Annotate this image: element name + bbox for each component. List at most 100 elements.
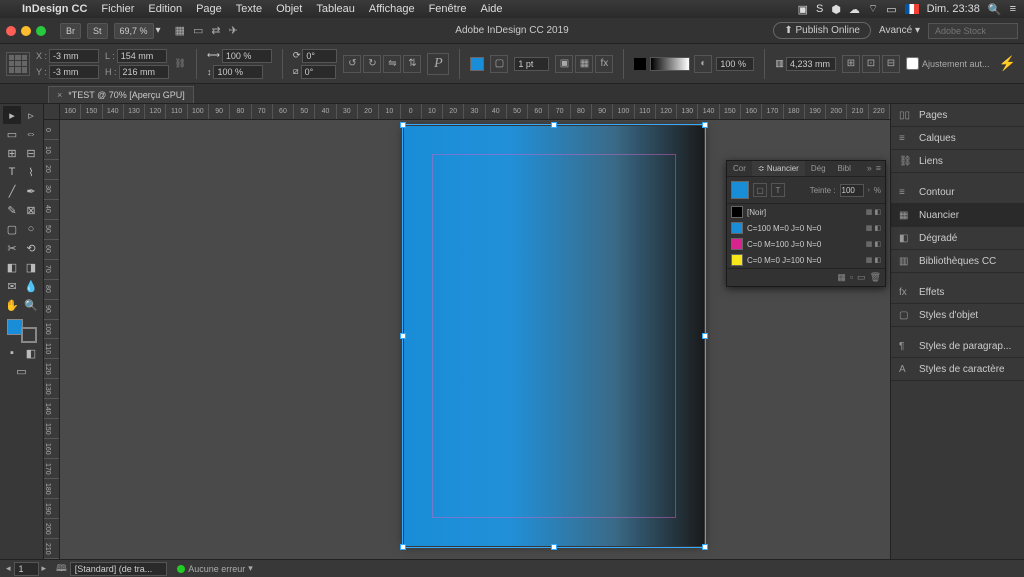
status-icon[interactable]: ⬢: [831, 3, 841, 16]
width-input[interactable]: [117, 49, 167, 63]
swatch-row[interactable]: C=0 M=0 J=100 N=0▦◧: [727, 252, 885, 268]
collapse-icon[interactable]: »: [867, 163, 872, 174]
fx-icon[interactable]: fx: [595, 55, 613, 73]
content-placer-tool[interactable]: ⊟: [22, 144, 40, 162]
direct-selection-tool[interactable]: ▹: [22, 106, 40, 124]
flag-fr-icon[interactable]: [905, 4, 919, 14]
battery-icon[interactable]: ▭: [886, 3, 896, 16]
gradient-feather-tool[interactable]: ◨: [22, 258, 40, 276]
maximize-window-icon[interactable]: [36, 26, 46, 36]
menu-tableau[interactable]: Tableau: [316, 3, 355, 15]
stock-button[interactable]: St: [87, 23, 108, 39]
master-dropdown[interactable]: [Standard] (de tra...: [70, 562, 168, 576]
swatch-view-icon[interactable]: ▦: [837, 272, 846, 283]
fill-swatch[interactable]: [470, 57, 484, 71]
gap-tool[interactable]: ⇔: [22, 125, 40, 143]
text-toggle-icon[interactable]: T: [771, 183, 785, 197]
gpu-icon[interactable]: ✈: [229, 24, 238, 37]
panel-contour[interactable]: ≡Contour: [891, 181, 1024, 204]
current-fill-swatch[interactable]: [731, 181, 749, 199]
ellipse-tool[interactable]: ○: [22, 220, 40, 238]
menu-objet[interactable]: Objet: [276, 3, 302, 15]
screen-mode-icon[interactable]: ▭: [193, 24, 203, 37]
workspace-dropdown[interactable]: Avancé ▾: [879, 25, 920, 36]
scale-y-input[interactable]: [213, 65, 263, 79]
rotate-input[interactable]: [302, 49, 337, 63]
new-swatch-icon[interactable]: ▫: [850, 272, 853, 283]
document-tab[interactable]: × *TEST @ 70% [Aperçu GPU]: [48, 86, 194, 103]
menu-affichage[interactable]: Affichage: [369, 3, 415, 15]
close-tab-icon[interactable]: ×: [57, 90, 62, 100]
ruler-horizontal[interactable]: 1601501401301201101009080706050403020100…: [60, 104, 890, 120]
rotate-cw-icon[interactable]: ↻: [363, 55, 381, 73]
swatch-tab-degrade[interactable]: Dég: [805, 161, 832, 176]
opacity-icon[interactable]: ◐: [694, 55, 712, 73]
pencil-tool[interactable]: ✎: [3, 201, 21, 219]
apply-color-icon[interactable]: ▪: [3, 344, 21, 362]
ruler-vertical[interactable]: 0102030405060708090100110120130140150160…: [44, 120, 60, 559]
stroke-toggle-icon[interactable]: ▢: [753, 183, 767, 197]
preflight-status[interactable]: Aucune erreur: [188, 564, 245, 574]
notification-icon[interactable]: ≡: [1010, 3, 1016, 15]
flip-v-icon[interactable]: ⇅: [403, 55, 421, 73]
apply-gradient-icon[interactable]: ◧: [22, 344, 40, 362]
shear-input[interactable]: [301, 65, 336, 79]
type-path-tool[interactable]: ⌇: [22, 163, 40, 181]
scale-x-input[interactable]: [222, 49, 272, 63]
fit-icon[interactable]: ⊡: [862, 55, 880, 73]
panel-liens[interactable]: ⛓Liens: [891, 150, 1024, 173]
menu-fenetre[interactable]: Fenêtre: [429, 3, 467, 15]
stroke-icon[interactable]: ▢: [490, 55, 508, 73]
note-tool[interactable]: ✉: [3, 277, 21, 295]
hand-tool[interactable]: ✋: [3, 296, 21, 314]
fit-icon[interactable]: ⊞: [842, 55, 860, 73]
rotate-ccw-icon[interactable]: ↺: [343, 55, 361, 73]
status-icon[interactable]: ▣: [798, 3, 808, 16]
fit-icon[interactable]: ⊟: [882, 55, 900, 73]
reference-point-icon[interactable]: [6, 52, 30, 76]
page-tool[interactable]: ▭: [3, 125, 21, 143]
auto-fit-checkbox[interactable]: Ajustement aut...: [906, 57, 990, 70]
panel-effets[interactable]: fxEffets: [891, 281, 1024, 304]
menu-aide[interactable]: Aide: [481, 3, 503, 15]
y-input[interactable]: [49, 65, 99, 79]
paragraph-icon[interactable]: P: [427, 53, 449, 75]
panel-degrade[interactable]: ◧Dégradé: [891, 227, 1024, 250]
clock[interactable]: Dim. 23:38: [927, 3, 980, 15]
tint-input[interactable]: [840, 184, 864, 197]
swatch-tab-bibl[interactable]: Bibl: [832, 161, 857, 176]
swatch-row[interactable]: C=0 M=100 J=0 N=0▦◧: [727, 236, 885, 252]
panel-nuancier[interactable]: ▦Nuancier: [891, 204, 1024, 227]
panel-styles-paragraphe[interactable]: ¶Styles de paragrap...: [891, 335, 1024, 358]
publish-online-button[interactable]: ⬆ Publish Online: [773, 22, 871, 39]
panel-styles-objet[interactable]: ▢Styles d'objet: [891, 304, 1024, 327]
close-window-icon[interactable]: [6, 26, 16, 36]
pen-tool[interactable]: ✒: [22, 182, 40, 200]
selection-tool[interactable]: ▸: [3, 106, 21, 124]
column-width-input[interactable]: [786, 57, 836, 71]
page-navigator[interactable]: ◂ 1 ▸: [6, 562, 46, 576]
type-tool[interactable]: T: [3, 163, 21, 181]
gradient-swatch-tool[interactable]: ◧: [3, 258, 21, 276]
text-wrap-icon[interactable]: ▦: [575, 55, 593, 73]
blend-swatch[interactable]: [634, 58, 646, 70]
fill-stroke-control[interactable]: [7, 319, 37, 343]
height-input[interactable]: [119, 65, 169, 79]
panel-bibliotheques[interactable]: ▥Bibliothèques CC: [891, 250, 1024, 273]
swatch-row[interactable]: C=100 M=0 J=0 N=0▦◧: [727, 220, 885, 236]
constrain-icon[interactable]: ⛓: [175, 58, 186, 69]
rectangle-frame-tool[interactable]: ⊠: [22, 201, 40, 219]
menu-fichier[interactable]: Fichier: [101, 3, 134, 15]
gradient-swatch[interactable]: [650, 57, 690, 71]
cloud-icon[interactable]: ☁: [849, 3, 860, 16]
opacity-input[interactable]: [716, 57, 754, 71]
panel-menu-icon[interactable]: ≡: [876, 163, 881, 174]
stroke-weight-input[interactable]: [514, 57, 549, 71]
view-options-icon[interactable]: ▦: [175, 24, 185, 37]
tint-arrow-icon[interactable]: ›: [868, 187, 870, 194]
lightning-icon[interactable]: ⚡: [999, 55, 1016, 72]
content-collector-tool[interactable]: ⊞: [3, 144, 21, 162]
text-wrap-icon[interactable]: ▣: [555, 55, 573, 73]
spotlight-icon[interactable]: 🔍: [988, 3, 1002, 16]
swatch-tab-nuancier[interactable]: ≎ Nuancier: [752, 161, 805, 176]
